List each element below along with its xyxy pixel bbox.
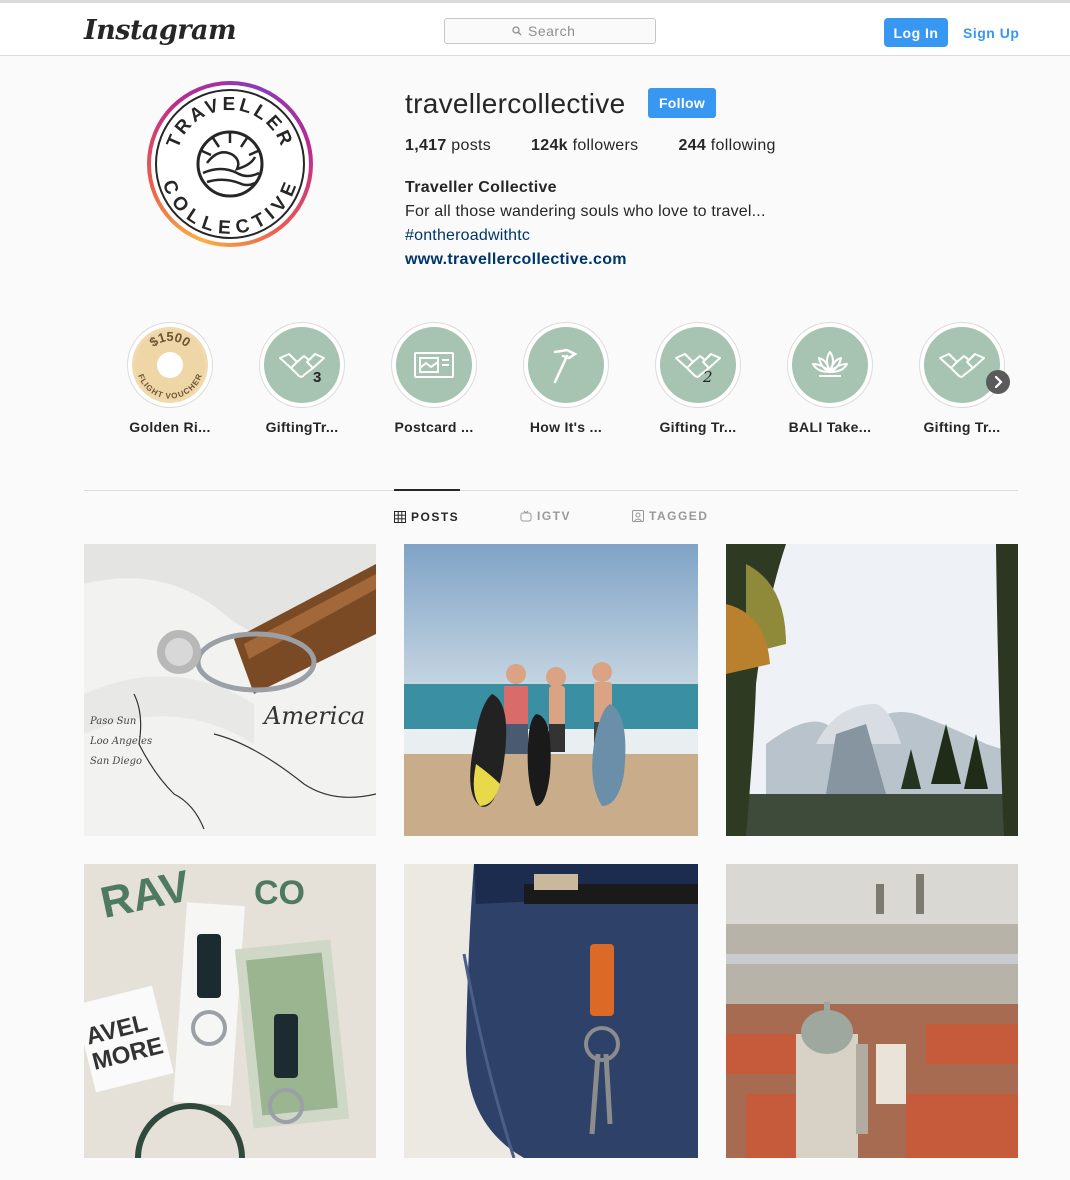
- hammer-icon: [553, 348, 578, 384]
- stat-posts: 1,417 posts: [405, 137, 491, 155]
- stat-following[interactable]: 244 following: [678, 137, 775, 155]
- svg-text:San Diego: San Diego: [90, 756, 142, 767]
- highlight-postcard[interactable]: Postcard ...: [389, 322, 479, 435]
- lotus-icon: [812, 351, 848, 377]
- highlight-bali-take[interactable]: BALI Take...: [785, 322, 875, 435]
- post-surfers-on-beach[interactable]: [404, 544, 698, 836]
- highlight-ring: [391, 322, 477, 408]
- profile-username: travellercollective: [405, 88, 626, 119]
- highlight-label: Golden Ri...: [129, 419, 211, 435]
- search-input[interactable]: [528, 23, 588, 39]
- highlight-thumbnail: 2: [660, 327, 736, 403]
- stat-label: posts: [451, 137, 492, 154]
- igtv-icon: [520, 510, 532, 522]
- post-image: [404, 544, 698, 836]
- tab-tagged[interactable]: TAGGED: [632, 490, 708, 542]
- highlight-thumbnail: [792, 327, 868, 403]
- stat-count: 1,417: [405, 137, 447, 154]
- handshake-icon: 2: [675, 353, 721, 386]
- stat-count: 124k: [531, 137, 568, 154]
- highlight-golden-ri[interactable]: $1500 FLIGHT VOUCHER Golden Ri...: [125, 322, 215, 435]
- highlight-thumbnail: $1500 FLIGHT VOUCHER: [132, 327, 208, 403]
- post-image: [404, 864, 698, 1158]
- post-prague-city[interactable]: [726, 864, 1018, 1158]
- post-gift-box-keyrings[interactable]: RAV CO AVEL MORE: [84, 864, 376, 1158]
- svg-text:Paso Sun: Paso Sun: [89, 716, 136, 727]
- post-image: RAV CO AVEL MORE: [84, 864, 376, 1158]
- tab-posts[interactable]: POSTS: [394, 489, 460, 543]
- highlight-badge: 2: [702, 368, 713, 386]
- instagram-logo[interactable]: Instagram: [84, 15, 237, 46]
- chevron-right-icon: [994, 375, 1003, 389]
- highlight-how-its[interactable]: How It's ...: [521, 322, 611, 435]
- highlight-thumbnail: [528, 327, 604, 403]
- profile-stats: 1,417 posts 124k followers 244 following: [405, 137, 816, 155]
- highlight-label: Gifting Tr...: [659, 419, 737, 435]
- profile-avatar-ring[interactable]: TRAVELLER COLLECTIVE: [147, 81, 313, 247]
- highlight-badge: 3: [313, 369, 321, 386]
- profile-website-link[interactable]: www.travellercollective.com: [405, 251, 627, 269]
- login-button[interactable]: Log In: [884, 18, 948, 47]
- top-navigation-bar: Instagram Log In Sign Up: [0, 0, 1070, 56]
- postcard-icon: [414, 352, 454, 378]
- flight-voucher-icon: $1500 FLIGHT VOUCHER: [135, 329, 205, 401]
- highlight-label: GiftingTr...: [265, 419, 339, 435]
- stat-followers[interactable]: 124k followers: [531, 137, 638, 155]
- tab-igtv[interactable]: IGTV: [520, 490, 571, 542]
- profile-bio: For all those wandering souls who love t…: [405, 203, 766, 220]
- highlights-next-button[interactable]: [986, 370, 1010, 394]
- post-keyring-on-map[interactable]: America Paso Sun Loo Angeles San Diego: [84, 544, 376, 836]
- post-image: [726, 544, 1018, 836]
- follow-button[interactable]: Follow: [648, 88, 716, 118]
- highlight-thumbnail: [396, 327, 472, 403]
- traveller-collective-logo: TRAVELLER COLLECTIVE: [155, 89, 305, 239]
- highlight-thumbnail: 3: [264, 327, 340, 403]
- highlight-label: How It's ...: [529, 419, 603, 435]
- svg-text:Loo Angeles: Loo Angeles: [89, 736, 152, 747]
- profile-full-name: Traveller Collective: [405, 179, 557, 196]
- highlight-ring: $1500 FLIGHT VOUCHER: [127, 322, 213, 408]
- highlight-ring: 3: [259, 322, 345, 408]
- stat-label: following: [710, 137, 776, 154]
- tab-label: IGTV: [537, 509, 572, 523]
- post-jeans-keychain[interactable]: [404, 864, 698, 1158]
- tagged-icon: [632, 510, 644, 522]
- search-icon: [512, 26, 522, 36]
- stat-label: followers: [572, 137, 639, 154]
- highlight-ring: 2: [655, 322, 741, 408]
- highlight-giftingtr-1[interactable]: 3 GiftingTr...: [257, 322, 347, 435]
- tab-label: TAGGED: [649, 509, 709, 523]
- post-image: [726, 864, 1018, 1158]
- highlight-ring: [523, 322, 609, 408]
- grid-icon: [394, 511, 406, 523]
- post-image: America Paso Sun Loo Angeles San Diego: [84, 544, 376, 836]
- stat-count: 244: [678, 137, 707, 154]
- handshake-icon: [939, 353, 985, 378]
- tab-label: POSTS: [411, 510, 460, 524]
- highlight-ring: [787, 322, 873, 408]
- profile-hashtag-link[interactable]: #ontheroadwithtc: [405, 227, 530, 245]
- highlight-ring: [919, 322, 1005, 408]
- highlight-gifting-tr-2[interactable]: 2 Gifting Tr...: [653, 322, 743, 435]
- profile-avatar: TRAVELLER COLLECTIVE: [151, 85, 309, 243]
- svg-text:CO: CO: [254, 874, 305, 912]
- post-map-text: America: [262, 702, 365, 730]
- post-half-dome-mountain[interactable]: [726, 544, 1018, 836]
- search-box[interactable]: [444, 18, 656, 44]
- highlight-label: BALI Take...: [788, 419, 872, 435]
- handshake-icon: 3: [279, 353, 325, 386]
- highlight-label: Postcard ...: [394, 419, 474, 435]
- signup-link[interactable]: Sign Up: [963, 25, 1019, 41]
- highlight-label: Gifting Tr...: [923, 419, 1001, 435]
